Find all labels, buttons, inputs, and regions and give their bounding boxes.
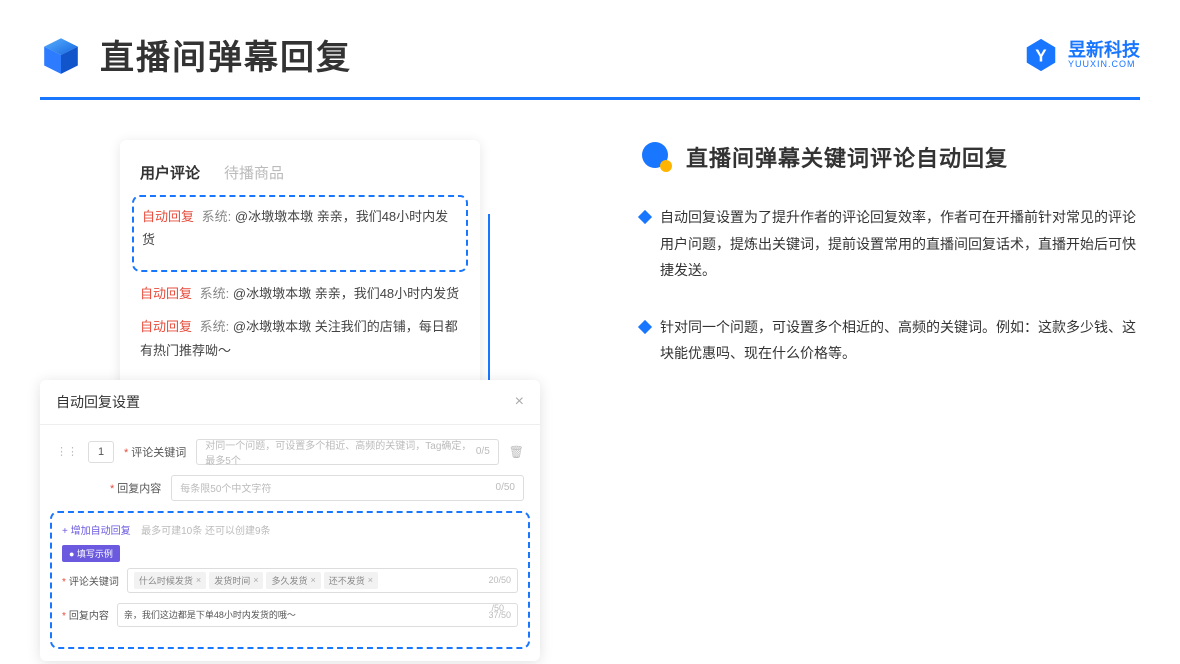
section-title: 直播间弹幕关键词评论自动回复 [686,141,1008,173]
close-icon[interactable]: × [515,393,524,411]
tab-user-comments[interactable]: 用户评论 [140,162,200,183]
tab-pending-products[interactable]: 待播商品 [224,162,284,183]
ex-label-keyword: 评论关键词 [69,577,119,588]
label-reply: 回复内容 [117,483,161,495]
bullet-point: 针对同一个问题，可设置多个相近的、高频的关键词。例如：这款多少钱、这块能优惠吗、… [640,314,1140,367]
example-badge: ● 填写示例 [62,545,120,562]
bullet-point: 自动回复设置为了提升作者的评论回复效率，作者可在开播前针对常见的评论用户问题，提… [640,204,1140,284]
auto-reply-tag: 自动回复 [142,209,194,224]
system-label: 系统: [200,319,230,334]
drag-icon[interactable]: ⋮⋮ [56,445,78,458]
tag-chip[interactable]: 还不发货× [324,572,378,589]
diamond-icon [638,320,652,334]
auto-reply-tag: 自动回复 [140,319,192,334]
order-number: 1 [88,441,114,463]
brand-url: YUUXIN.COM [1068,59,1140,69]
cube-icon [40,34,82,76]
brand-logo-icon: Y [1022,36,1060,74]
example-reply-input[interactable]: 亲，我们这边都是下单48小时内发货的哦～ 37/50 [117,603,518,627]
comment-text: @冰墩墩本墩 亲亲，我们48小时内发货 [233,286,459,301]
example-box: + 增加自动回复 最多可建10条 还可以创建9条 ● 填写示例 *评论关键词 什… [50,511,530,649]
highlighted-comment: 自动回复 系统: @冰墩墩本墩 亲亲，我们48小时内发货 [132,195,468,272]
delete-icon[interactable]: 🗑 [509,445,524,459]
tag-chip[interactable]: 什么时候发货× [134,572,206,589]
tag-chip[interactable]: 发货时间× [209,572,263,589]
keyword-input[interactable]: 对同一个问题，可设置多个相近、高频的关键词，Tag确定，最多5个 0/5 [196,439,498,465]
limit-hint: 最多可建10条 还可以创建9条 [141,526,270,537]
bubble-icon [640,140,674,174]
svg-text:Y: Y [1035,46,1047,65]
comments-card: 用户评论 待播商品 自动回复 系统: @冰墩墩本墩 亲亲，我们48小时内发货 自… [120,140,480,390]
settings-modal: 自动回复设置 × ⋮⋮ 1 *评论关键词 对同一个问题，可设置多个相近、高频的关… [40,380,540,661]
comment-row: 自动回复 系统: @冰墩墩本墩 亲亲，我们48小时内发货 [140,282,460,305]
diamond-icon [638,210,652,224]
reply-input[interactable]: 每条限50个中文字符 0/50 [171,475,524,501]
page-title: 直播间弹幕回复 [100,30,352,79]
modal-title: 自动回复设置 [56,392,140,412]
system-label: 系统: [202,209,232,224]
system-label: 系统: [200,286,230,301]
ex-label-reply: 回复内容 [69,611,109,622]
comment-row: 自动回复 系统: @冰墩墩本墩 关注我们的店铺，每日都有热门推荐呦～ [140,315,460,362]
auto-reply-tag: 自动回复 [140,286,192,301]
brand-name: 昱新科技 [1068,41,1140,59]
example-keyword-input[interactable]: 什么时候发货× 发货时间× 多久发货× 还不发货× 20/50 [127,568,518,593]
label-keyword: 评论关键词 [131,447,186,459]
add-reply-link[interactable]: + 增加自动回复 [62,526,131,537]
tag-chip[interactable]: 多久发货× [266,572,320,589]
overflow-counter: /50 [491,603,504,613]
